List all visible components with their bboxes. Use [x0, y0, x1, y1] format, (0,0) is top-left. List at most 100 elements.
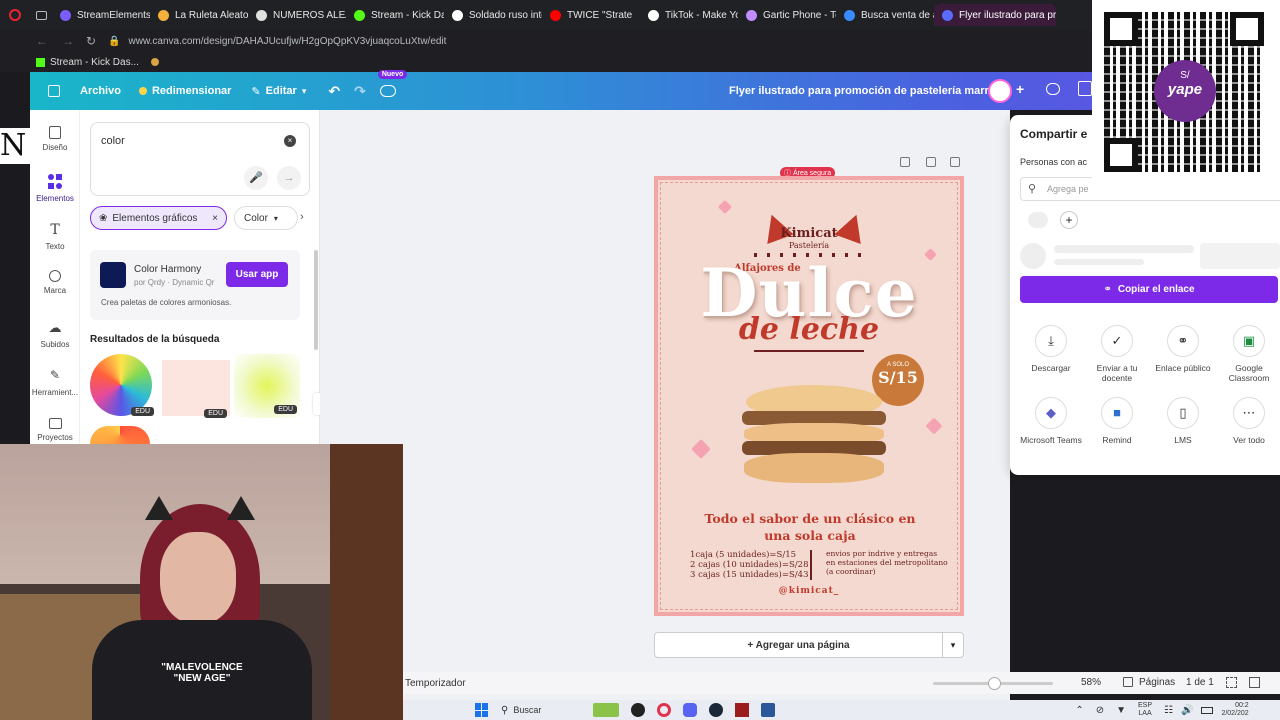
share-option[interactable]: ⋯ Ver todo	[1216, 397, 1280, 445]
zoom-level[interactable]: 58%	[1081, 677, 1101, 688]
duplicate-page-icon[interactable]	[926, 157, 936, 167]
share-option[interactable]: ✓ Enviar a tu docente	[1084, 325, 1150, 383]
elements-panel: color × 🎤 → ❀ Elementos gráficos × Color…	[80, 110, 320, 444]
browser-tab[interactable]: NUMEROS ALEAT	[248, 4, 346, 26]
archivo-menu[interactable]: Archivo	[80, 85, 121, 97]
share-option[interactable]: ▯ LMS	[1150, 397, 1216, 445]
timer-button[interactable]: Temporizador	[405, 678, 466, 689]
windows-start-icon[interactable]	[475, 703, 489, 717]
bookmark-icon[interactable]	[150, 58, 159, 66]
rail-texto[interactable]: T Texto	[30, 222, 80, 251]
add-page-dropdown[interactable]: ▾	[942, 632, 964, 658]
lock-page-icon[interactable]	[900, 157, 910, 167]
share-option[interactable]: ◆ Microsoft Teams	[1018, 397, 1084, 445]
back-icon[interactable]: ←	[36, 34, 48, 48]
rail-elementos[interactable]: Elementos	[30, 174, 80, 203]
share-option[interactable]: ⚭ Enlace público	[1150, 325, 1216, 373]
app-icon[interactable]	[631, 703, 646, 717]
chip-color[interactable]: Color ▾	[234, 206, 298, 230]
search-box[interactable]: color × 🎤 →	[90, 122, 310, 196]
browser-tab[interactable]: Soldado ruso inter	[444, 4, 542, 26]
browser-tab[interactable]: Busca venta de al	[836, 4, 934, 26]
app-icon[interactable]	[735, 703, 750, 717]
zoom-slider[interactable]	[933, 677, 1053, 690]
document-title[interactable]: Flyer ilustrado para promoción de pastel…	[729, 85, 1002, 97]
microphone-icon[interactable]: 🎤	[244, 166, 268, 190]
tab-label: Flyer ilustrado para promo	[959, 9, 1056, 21]
copy-link-button[interactable]: ⚭ Copiar el enlace	[1020, 276, 1278, 303]
sidebar-toggle-icon[interactable]	[48, 85, 60, 97]
wifi-icon[interactable]: ☷	[1164, 705, 1173, 716]
add-collaborator-icon[interactable]: +	[1016, 81, 1024, 97]
word-icon[interactable]	[761, 703, 776, 717]
browser-menu-icon[interactable]	[0, 0, 30, 30]
panel-scrollbar[interactable]	[314, 250, 318, 350]
clear-search-icon[interactable]: ×	[284, 135, 296, 147]
battery-icon[interactable]	[1201, 706, 1214, 714]
comment-icon[interactable]	[1046, 83, 1060, 95]
result-yellow-blur[interactable]: EDU	[234, 354, 300, 418]
editar-menu[interactable]: ✎ Editar ▾	[251, 85, 306, 98]
chip-elementos-graficos[interactable]: ❀ Elementos gráficos ×	[90, 206, 227, 230]
rail-subidos[interactable]: ☁ Subidos	[30, 320, 80, 349]
share-option[interactable]: ⤓ Descargar	[1018, 325, 1084, 373]
reload-icon[interactable]: ↻	[86, 34, 96, 48]
pages-button[interactable]: Páginas	[1139, 677, 1175, 688]
result-partial[interactable]	[90, 426, 150, 444]
clock-date: 2/02/202	[1221, 710, 1249, 717]
grid-view-icon[interactable]	[1226, 677, 1237, 688]
redo-icon[interactable]: ↷	[354, 83, 366, 100]
language-indicator[interactable]: ESP LAA	[1138, 702, 1152, 718]
add-page-button[interactable]: + Agregar una página	[654, 632, 943, 658]
result-pink-swatch[interactable]: EDU	[162, 360, 230, 418]
usar-app-button[interactable]: Usar app	[226, 262, 288, 287]
share-icon[interactable]	[1078, 81, 1092, 96]
browser-tab[interactable]: La Ruleta Aleatoria	[150, 4, 248, 26]
forward-icon[interactable]: →	[62, 34, 74, 48]
zoom-slider-handle[interactable]	[988, 677, 1001, 690]
taskbar-search[interactable]: Buscar	[513, 705, 583, 715]
submit-arrow-icon[interactable]: →	[277, 166, 301, 190]
share-option[interactable]: ■ Remind	[1084, 397, 1150, 445]
undo-icon[interactable]: ↶	[328, 83, 340, 100]
cloud-save-icon[interactable]: Nuevo	[377, 70, 408, 97]
result-color-wheel[interactable]: EDU	[90, 354, 156, 418]
rail-herramientas[interactable]: ✎ Herramient...	[30, 368, 80, 397]
tray-chevron-icon[interactable]: ⌃	[1075, 705, 1083, 716]
fullscreen-icon[interactable]	[1249, 677, 1260, 688]
volume-icon[interactable]: 🔊	[1181, 705, 1193, 716]
opera-icon[interactable]	[657, 703, 672, 717]
steam-icon[interactable]	[709, 703, 724, 717]
chip-scroll-right-icon[interactable]: ›	[300, 211, 304, 223]
webcam-person-ears	[145, 496, 255, 520]
browser-tab[interactable]: StreamElements |	[52, 4, 150, 26]
url-field[interactable]: www.canva.com/design/DAHAJUcufjw/H2gOpQp…	[129, 36, 447, 47]
browser-tab[interactable]: Flyer ilustrado para promo	[934, 4, 1056, 26]
tray-icon[interactable]: ▼	[1116, 705, 1126, 716]
bookmark-kick[interactable]: Stream - Kick Das...	[50, 57, 139, 68]
add-page-icon[interactable]	[950, 157, 960, 167]
browser-tab[interactable]: Gartic Phone - Te	[738, 4, 836, 26]
avatar[interactable]	[988, 79, 1012, 103]
app-card[interactable]: Color Harmony por Qrdy · Dynamic Qr Usar…	[90, 250, 300, 320]
share-option[interactable]: ▣ Google Classroom	[1216, 325, 1280, 383]
link-icon: ⚭	[1167, 325, 1199, 357]
browser-tab[interactable]: TWICE "Strate	[542, 4, 640, 26]
copy-link-label: Copiar el enlace	[1117, 284, 1195, 295]
browser-tab[interactable]: TikTok - Make You	[640, 4, 738, 26]
redimensionar-button[interactable]: Redimensionar	[138, 85, 231, 97]
rail-diseno[interactable]: Diseño	[30, 126, 80, 152]
discord-icon[interactable]	[683, 703, 698, 717]
rail-marca[interactable]: Marca	[30, 270, 80, 295]
flyer-page[interactable]: Kimicat Pastelería Alfajores de Dulce de…	[654, 176, 964, 616]
widgets-icon[interactable]	[593, 703, 620, 717]
chip-remove-icon[interactable]: ×	[212, 213, 218, 224]
browser-tab[interactable]: Stream - Kick Das	[346, 4, 444, 26]
rail-proyectos[interactable]: Proyectos	[30, 418, 80, 442]
tray-icon[interactable]: ⊘	[1096, 705, 1104, 716]
search-input[interactable]: color	[101, 135, 125, 147]
add-people-icon[interactable]: +	[1060, 211, 1078, 229]
left-rail: Diseño Elementos T Texto Marca ☁ Subidos…	[30, 110, 80, 444]
clock[interactable]: 00:2 2/02/202	[1221, 702, 1248, 718]
tab-list-icon[interactable]	[30, 0, 52, 30]
